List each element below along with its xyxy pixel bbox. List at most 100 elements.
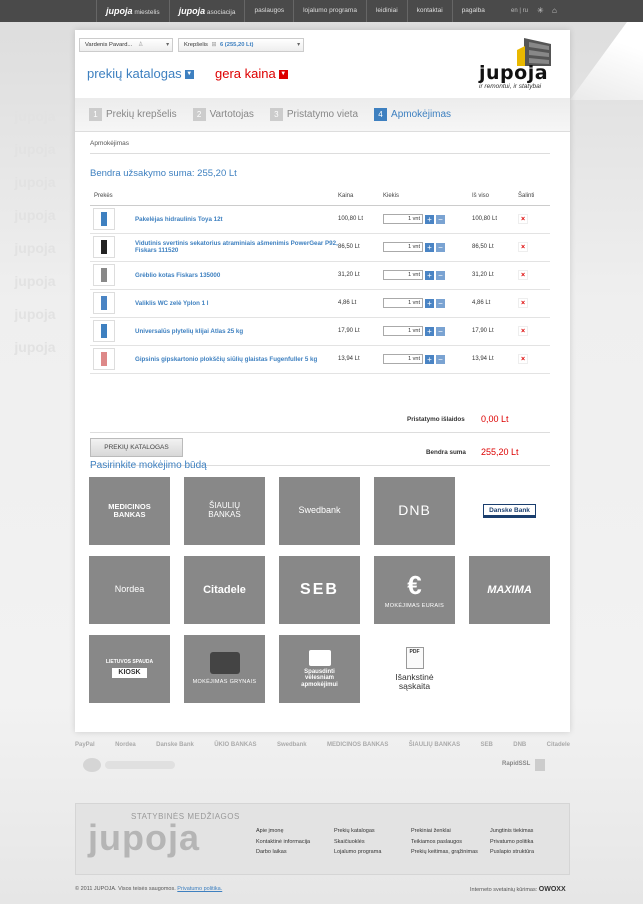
product-name[interactable]: Gipsinis gipskartonio plokščių siūlių gl… <box>135 356 317 363</box>
qty-cell: 1 vnt + − <box>383 205 472 234</box>
topnav-item-3[interactable]: lojalumo programa <box>293 0 366 22</box>
footer-link[interactable]: Prekiniai ženklai <box>411 826 478 837</box>
payment-method-12[interactable]: Spausdinti vėlesniam apmokėjimui <box>279 635 360 703</box>
product-image-icon <box>101 296 107 310</box>
header: Vardenis Pavard... ♙ ▾ Krepšelis ⊞ 6 (25… <box>75 30 570 98</box>
ssl-badges: RapidSSL <box>75 758 570 772</box>
quantity-input[interactable]: 1 vnt <box>383 298 423 308</box>
footer-link[interactable]: Teikiamos paslaugos <box>411 837 478 848</box>
product-thumbnail[interactable] <box>93 348 115 370</box>
plus-button[interactable]: + <box>425 354 434 364</box>
product-price: 17,90 Lt <box>338 317 383 346</box>
minus-button[interactable]: − <box>436 298 445 308</box>
footer-link[interactable]: Privatumo politika <box>490 837 534 848</box>
payment-method-2[interactable]: Swedbank <box>279 477 360 545</box>
payment-method-4[interactable]: Danske Bank <box>469 477 550 545</box>
content: Apmokėjimas Bendra užsakymo suma: 255,20… <box>90 140 550 466</box>
payment-method-8[interactable]: € MOKĖJIMAS EURAIS <box>374 556 455 624</box>
col-spacer <box>135 188 338 206</box>
payment-method-13[interactable]: PDF Išankstinė sąskaita <box>374 635 455 703</box>
remove-button[interactable]: × <box>518 214 528 224</box>
remove-cell: × <box>518 205 550 234</box>
plus-button[interactable]: + <box>425 326 434 336</box>
quantity-input[interactable]: 1 vnt <box>383 270 423 280</box>
minus-button[interactable]: − <box>436 242 445 252</box>
product-thumbnail[interactable] <box>93 236 115 258</box>
store-select[interactable]: Vardenis Pavard... ♙ ▾ <box>79 38 173 52</box>
footer-link[interactable]: Prekių keitimas, grąžinimas <box>411 847 478 858</box>
product-thumbnail[interactable] <box>93 320 115 342</box>
footer-link[interactable]: Lojalumo programa <box>334 847 381 858</box>
cart-select[interactable]: Krepšelis ⊞ 6 (255,20 Lt) ▾ <box>178 38 304 52</box>
footer-col-4: Jungtinis tiekimas Privatumo politika Pusl… <box>490 826 534 858</box>
product-name[interactable]: Grėblio kotas Fiskars 135000 <box>135 272 220 279</box>
footer-link[interactable]: Skaičiuoklės <box>334 837 381 848</box>
payment-method-5[interactable]: Nordea <box>89 556 170 624</box>
partner-logo-4: Swedbank <box>276 742 307 748</box>
payment-method-3[interactable]: DNB <box>374 477 455 545</box>
remove-button[interactable]: × <box>518 326 528 336</box>
footer-link[interactable]: Apie įmonę <box>256 826 310 837</box>
product-name[interactable]: Valiklis WC zelė Yplon 1 l <box>135 300 208 307</box>
plus-button[interactable]: + <box>425 242 434 252</box>
footer-link[interactable]: Darbo laikas <box>256 847 310 858</box>
remove-button[interactable]: × <box>518 298 528 308</box>
footer-link[interactable]: Prekių katalogas <box>334 826 381 837</box>
minus-button[interactable]: − <box>436 270 445 280</box>
payment-method-0[interactable]: MEDICINOS BANKAS <box>89 477 170 545</box>
catalog-link[interactable]: prekių katalogas ▼ <box>87 66 194 81</box>
topnav-item-2[interactable]: paslaugos <box>244 0 293 22</box>
product-thumbnail[interactable] <box>93 264 115 286</box>
product-thumbnail[interactable] <box>93 208 115 230</box>
plus-button[interactable]: + <box>425 298 434 308</box>
footer-link[interactable]: Puslapio struktūra <box>490 847 534 858</box>
jupoja-logo[interactable]: jupoja ir remontui, ir statybai <box>479 36 565 92</box>
col-qty: Kiekis <box>383 188 472 206</box>
catalog-button[interactable]: PREKIŲ KATALOGAS <box>90 438 183 457</box>
topnav-item-0[interactable]: jupoja miestelis <box>96 0 169 22</box>
footer-link[interactable]: Jungtinis tiekimas <box>490 826 534 837</box>
quantity-input[interactable]: 1 vnt <box>383 354 423 364</box>
product-name[interactable]: Pakelėjas hidraulinis Toya 12t <box>135 216 223 223</box>
minus-button[interactable]: − <box>436 354 445 364</box>
payment-label: Swedbank <box>298 505 341 516</box>
product-name[interactable]: Universalūs plytelių klijai Atlas 25 kg <box>135 328 243 335</box>
topnav-item-1[interactable]: jupoja asociacija <box>168 0 245 22</box>
payment-sub: KIOSK <box>112 668 147 679</box>
product-name[interactable]: Vidutinis svertinis sekatorius atraminia… <box>135 240 338 254</box>
payment-method-11[interactable]: MOKĖJIMAS GRYNAIS <box>184 635 265 703</box>
remove-button[interactable]: × <box>518 354 528 364</box>
step-2[interactable]: 2 Vartotojas <box>192 108 254 121</box>
remove-button[interactable]: × <box>518 270 528 280</box>
qty-cell: 1 vnt + − <box>383 317 472 346</box>
quantity-input[interactable]: 1 vnt <box>383 242 423 252</box>
product-name-cell: Grėblio kotas Fiskars 135000 <box>135 261 338 290</box>
qty-cell: 1 vnt + − <box>383 345 472 374</box>
payment-method-1[interactable]: ŠIAULIŲ BANKAS <box>184 477 265 545</box>
author-name[interactable]: OWOXX <box>539 886 566 893</box>
quantity-input[interactable]: 1 vnt <box>383 326 423 336</box>
payment-method-7[interactable]: SEB <box>279 556 360 624</box>
step-1[interactable]: 1 Prekių krepšelis <box>89 108 177 121</box>
topnav-item-5[interactable]: kontaktai <box>406 0 452 22</box>
plus-button[interactable]: + <box>425 214 434 224</box>
topnav-item-6[interactable]: pagalba <box>451 0 494 22</box>
footer-link[interactable]: Kontaktinė informacija <box>256 837 310 848</box>
step-4[interactable]: 4 Apmokėjimas <box>374 108 451 121</box>
privacy-link[interactable]: Privatumo politika. <box>177 886 222 892</box>
remove-button[interactable]: × <box>518 242 528 252</box>
payment-method-10[interactable]: LIETUVOS SPAUDA KIOSK <box>89 635 170 703</box>
home-icon[interactable]: ⌂ <box>552 6 557 15</box>
good-price-link[interactable]: gera kaina ▼ <box>215 66 288 81</box>
payment-method-6[interactable]: Citadele <box>184 556 265 624</box>
product-thumbnail[interactable] <box>93 292 115 314</box>
topnav-item-4[interactable]: leidiniai <box>365 0 407 22</box>
quantity-input[interactable]: 1 vnt <box>383 214 423 224</box>
minus-button[interactable]: − <box>436 214 445 224</box>
language-switch[interactable]: en | ru <box>511 0 528 22</box>
settings-icon[interactable]: ✳ <box>537 6 544 15</box>
payment-method-9[interactable]: MAXIMA <box>469 556 550 624</box>
minus-button[interactable]: − <box>436 326 445 336</box>
step-3[interactable]: 3 Pristatymo vieta <box>269 108 358 121</box>
plus-button[interactable]: + <box>425 270 434 280</box>
